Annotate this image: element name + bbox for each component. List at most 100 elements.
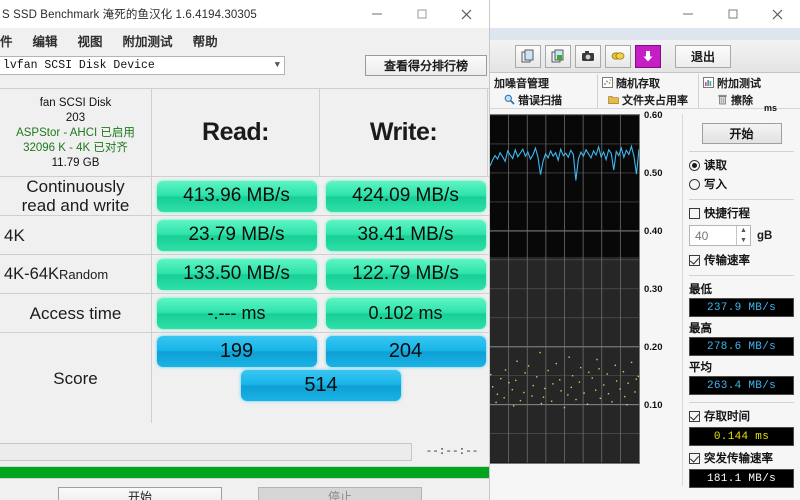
- disk-info-line2: 203: [65, 112, 86, 124]
- close-icon[interactable]: [755, 0, 800, 28]
- device-combo[interactable]: lvfan SCSI Disk Device ▼: [0, 55, 285, 75]
- row-values-seq: 413.96 MB/s 424.09 MB/s: [152, 177, 489, 215]
- checkbox-quick-stroke-icon: [689, 207, 700, 219]
- close-icon[interactable]: [444, 0, 489, 28]
- copy-icon[interactable]: [515, 44, 541, 68]
- download-icon[interactable]: [635, 44, 661, 68]
- checkbox-access-time-label: 存取时间: [704, 411, 750, 423]
- radio-write-icon: [689, 178, 700, 190]
- minimize-icon[interactable]: [354, 0, 399, 28]
- menu-item-edit[interactable]: 编辑: [33, 31, 58, 50]
- tab-erase[interactable]: 擦除: [699, 91, 800, 108]
- tab-label: 错误扫描: [518, 94, 562, 107]
- bottom-button-row: 开始 停止: [0, 487, 489, 500]
- row-values-access-time: -.--- ms 0.102 ms: [152, 294, 489, 332]
- tab-error-scan[interactable]: 错误扫描: [490, 91, 598, 108]
- elapsed-timer: --:--:--: [425, 446, 479, 458]
- magnifier-icon: [504, 94, 515, 105]
- stepper-buttons[interactable]: ▲ ▼: [736, 226, 750, 245]
- 4k-write-value: 38.41 MB/s: [325, 219, 486, 251]
- disk-info: fan SCSI Disk 203 ASPStor - AHCI 已启用 320…: [0, 94, 151, 171]
- view-score-ranking-button[interactable]: 查看得分排行榜: [365, 54, 487, 76]
- left-menubar: 件 编辑 视图 附加测试 帮助: [0, 28, 489, 52]
- menu-item-help[interactable]: 帮助: [193, 31, 218, 50]
- coins-icon[interactable]: [605, 44, 631, 68]
- divider: [689, 275, 794, 276]
- tab-row-2: 错误扫描 文件夹占用率 擦除: [490, 91, 800, 108]
- table-row: 4K-64K Random 133.50 MB/s 122.79 MB/s: [0, 254, 489, 293]
- chart-y-axis: ms 0.60 0.50 0.40 0.30 0.20 0.10: [640, 103, 777, 466]
- menu-item-extra-tests[interactable]: 附加测试: [123, 31, 173, 50]
- tab-folder-usage[interactable]: 文件夹占用率: [598, 91, 699, 108]
- max-value: 278.6 MB/s: [689, 337, 794, 356]
- read-column-header: Read:: [152, 89, 320, 176]
- minimize-icon[interactable]: [665, 0, 710, 28]
- right-window-controls: [665, 0, 800, 28]
- divider: [689, 199, 794, 200]
- row-label-seq-line2: read and write: [21, 196, 130, 215]
- tab-noise-management[interactable]: 加噪音管理: [490, 74, 598, 91]
- row-label-4k64k: 4K-64K Random: [0, 255, 152, 293]
- disk-info-line1: fan SCSI Disk: [39, 97, 112, 109]
- table-row: Access time -.--- ms 0.102 ms: [0, 293, 489, 332]
- benchmark-chart-area: ms 0.60 0.50 0.40 0.30 0.20 0.10 开始 读取 写…: [490, 103, 800, 488]
- table-row: 4K 23.79 MB/s 38.41 MB/s: [0, 215, 489, 254]
- checkbox-transfer-rate-label: 传输速率: [704, 255, 750, 267]
- max-label: 最高: [689, 323, 712, 335]
- device-combo-value: lvfan SCSI Disk Device: [3, 58, 155, 72]
- tab-label: 加噪音管理: [494, 77, 549, 90]
- chart-y-axis-unit: ms: [764, 103, 778, 113]
- menu-item-file[interactable]: 件: [0, 31, 13, 50]
- divider: [689, 402, 794, 403]
- row-label-access-time: Access time: [0, 294, 152, 332]
- 4k-read-value: 23.79 MB/s: [156, 219, 317, 251]
- maximize-icon[interactable]: [399, 0, 444, 28]
- avg-label: 平均: [689, 362, 712, 374]
- copy-green-icon[interactable]: [545, 44, 571, 68]
- checkbox-burst-rate-icon: [689, 452, 700, 464]
- results-grid: fan SCSI Disk 203 ASPStor - AHCI 已启用 320…: [0, 88, 489, 423]
- stop-button[interactable]: 停止: [258, 487, 422, 500]
- score-row: Score 199 204 514: [0, 332, 489, 423]
- tab-random-access[interactable]: 随机存取: [598, 74, 699, 91]
- chart-icon: [602, 77, 613, 88]
- tab-label: 附加测试: [717, 77, 761, 90]
- row-values-4k64k: 133.50 MB/s 122.79 MB/s: [152, 255, 489, 293]
- camera-icon[interactable]: [575, 44, 601, 68]
- quantity-stepper[interactable]: 40 ▲ ▼: [689, 225, 751, 246]
- tab-label: 擦除: [731, 94, 753, 107]
- score-label: Score: [0, 333, 152, 423]
- tab-bar: 加噪音管理 随机存取 附加测试 错误扫描 文件夹占用率 擦除: [490, 73, 800, 109]
- checkbox-quick-stroke[interactable]: 快捷行程: [689, 205, 794, 221]
- radio-read[interactable]: 读取: [689, 157, 794, 173]
- table-row: Continuously read and write 413.96 MB/s …: [0, 176, 489, 215]
- maximize-icon[interactable]: [710, 0, 755, 28]
- disk-info-line5: 11.79 GB: [51, 157, 100, 169]
- access-read-value: -.--- ms: [156, 297, 317, 329]
- access-write-value: 0.102 ms: [325, 297, 486, 329]
- score-line-total: 514: [152, 370, 489, 401]
- start-button[interactable]: 开始: [58, 487, 222, 500]
- checkbox-burst-rate[interactable]: 突发传输速率: [689, 450, 794, 466]
- 4k64k-write-value: 122.79 MB/s: [325, 258, 486, 290]
- exit-button[interactable]: 退出: [675, 44, 731, 68]
- menu-item-view[interactable]: 视图: [78, 31, 103, 50]
- stepper-down-icon[interactable]: ▼: [737, 236, 750, 246]
- access-time-value: 0.144 ms: [689, 427, 794, 446]
- stepper-up-icon[interactable]: ▲: [737, 226, 750, 236]
- radio-write-label: 写入: [704, 179, 727, 191]
- checkbox-access-time[interactable]: 存取时间: [689, 408, 794, 424]
- start-benchmark-button[interactable]: 开始: [701, 123, 782, 144]
- tab-extra-tests[interactable]: 附加测试: [699, 74, 800, 91]
- read-header-label: Read:: [202, 118, 269, 146]
- row-label-4k: 4K: [0, 216, 152, 254]
- chart-y-tick: 0.60: [644, 110, 663, 121]
- radio-write[interactable]: 写入: [689, 176, 794, 192]
- checkbox-transfer-rate[interactable]: 传输速率: [689, 252, 794, 268]
- trash-icon: [717, 94, 728, 105]
- write-column-header: Write:: [320, 89, 488, 176]
- bars-icon: [703, 77, 714, 88]
- chart-y-tick: 0.20: [644, 342, 663, 353]
- chart-y-tick: 0.10: [644, 400, 663, 411]
- hd-tune-window: 退出 加噪音管理 随机存取 附加测试 错误扫描 文件夹占用率 擦除 ms 0.6…: [490, 0, 800, 500]
